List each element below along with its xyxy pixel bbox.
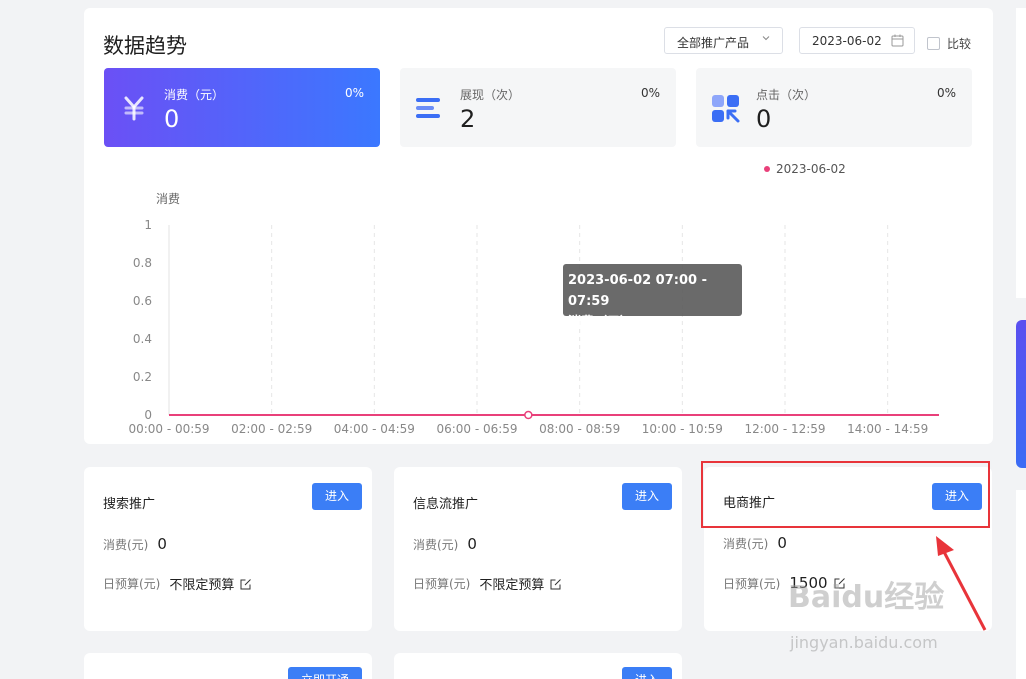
metric-label: 展现（次） [460,88,521,102]
metric-label: 消费（元） [164,88,225,102]
enter-button[interactable]: 进入 [312,483,362,510]
x-tick-label: 14:00 - 14:59 [847,422,928,436]
metric-card-spend[interactable]: 消费（元） 0 0% [104,68,380,147]
spend-label: 消费(元) [723,536,769,551]
click-icon [712,95,740,123]
enter-button[interactable]: 进入 [622,483,672,510]
x-tick-label: 02:00 - 02:59 [231,422,312,436]
yuan-icon [124,96,144,121]
side-panel-accent[interactable] [1016,320,1026,468]
chevron-down-icon [762,36,770,41]
budget-label: 日预算(元) [413,577,471,591]
metric-percent: 0% [936,86,956,100]
open-button[interactable]: 立即开通 [288,667,362,679]
y-tick-label: 0 [144,408,152,422]
chart-canvas: 0 0.2 0.4 0.6 0.8 1 00:00 - 00:59 02:00 - 02:59… [128,218,939,436]
impression-icon [416,98,440,118]
product-select-value: 全部推广产品 [677,36,750,50]
checkbox-icon[interactable] [927,37,940,50]
promo-title: 搜索推广 [103,497,156,512]
x-tick-label: 12:00 - 12:59 [744,422,825,436]
edit-icon[interactable] [240,578,252,590]
promo-card-feed: 信息流推广 进入 消费(元) 0 日预算(元) 不限定预算 [394,467,682,631]
metric-percent: 0% [344,86,364,100]
compare-label: 比较 [947,37,972,51]
calendar-icon [891,34,904,47]
edit-icon[interactable] [550,578,562,590]
chart-tooltip: 2023-06-02 07:00 - 07:59 消费（元）：0 [563,264,742,330]
y-tick-label: 0.4 [133,332,152,346]
promo-card-partial: 立即开通 [84,653,372,679]
y-tick-label: 0.8 [133,256,152,270]
budget-row: 日预算(元) 不限定预算 [413,574,562,593]
y-tick-label: 1 [144,218,152,232]
x-tick-label: 00:00 - 00:59 [128,422,209,436]
promo-card-partial: 进入 [394,653,682,679]
spend-value: 0 [777,534,787,552]
date-picker-value: 2023-06-02 [812,34,882,48]
spend-row: 消费(元) 0 [413,535,477,553]
x-tick-label: 06:00 - 06:59 [436,422,517,436]
watermark-logo: Baidu经验 [788,580,945,615]
date-picker[interactable]: 2023-06-02 [799,27,915,54]
metric-label: 点击（次） [756,88,817,102]
metric-value: 0 [756,105,772,133]
metric-card-clicks[interactable]: 点击（次） 0 0% [696,68,972,147]
spend-row: 消费(元) 0 [723,534,787,552]
product-select[interactable]: 全部推广产品 [664,27,783,54]
page-title: 数据趋势 [103,34,187,58]
metric-card-impressions[interactable]: 展现（次） 2 0% [400,68,676,147]
promo-title: 信息流推广 [413,497,479,512]
tooltip-value: 消费（元）：0 [568,315,649,330]
metric-percent: 0% [640,86,660,100]
x-tick-label: 04:00 - 04:59 [334,422,415,436]
metric-value: 0 [164,105,180,133]
y-tick-label: 0.6 [133,294,152,308]
budget-row: 日预算(元) 不限定预算 [103,574,252,593]
side-panel-edge-lower [1016,490,1026,679]
trend-chart[interactable]: 2023-06-02 消费 0 0.2 0.4 0.6 0.8 1 00:00 - 00:5… [84,158,993,438]
spend-label: 消费(元) [413,537,459,552]
highlight-box [701,461,990,528]
spend-value: 0 [467,535,477,553]
y-tick-label: 0.2 [133,370,152,384]
x-tick-label: 08:00 - 08:59 [539,422,620,436]
tooltip-time: 2023-06-02 07:00 - 07:59 [568,273,707,309]
budget-label: 日预算(元) [103,577,161,591]
budget-value: 不限定预算 [479,578,545,593]
metric-value: 2 [460,105,476,133]
watermark-url: jingyan.baidu.com [790,633,938,652]
highlight-point [524,410,533,420]
data-trend-card: 数据趋势 全部推广产品 2023-06-02 比较 消费（元） 0 0% 展现（… [84,8,993,444]
promo-card-search: 搜索推广 进入 消费(元) 0 日预算(元) 不限定预算 [84,467,372,631]
x-tick-label: 10:00 - 10:59 [642,422,723,436]
compare-checkbox[interactable]: 比较 [927,35,971,52]
spend-value: 0 [157,535,167,553]
budget-label: 日预算(元) [723,576,781,591]
side-panel-edge [1016,8,1026,298]
enter-button[interactable]: 进入 [622,667,672,679]
spend-row: 消费(元) 0 [103,535,167,553]
spend-label: 消费(元) [103,537,149,552]
budget-value: 不限定预算 [169,578,235,593]
